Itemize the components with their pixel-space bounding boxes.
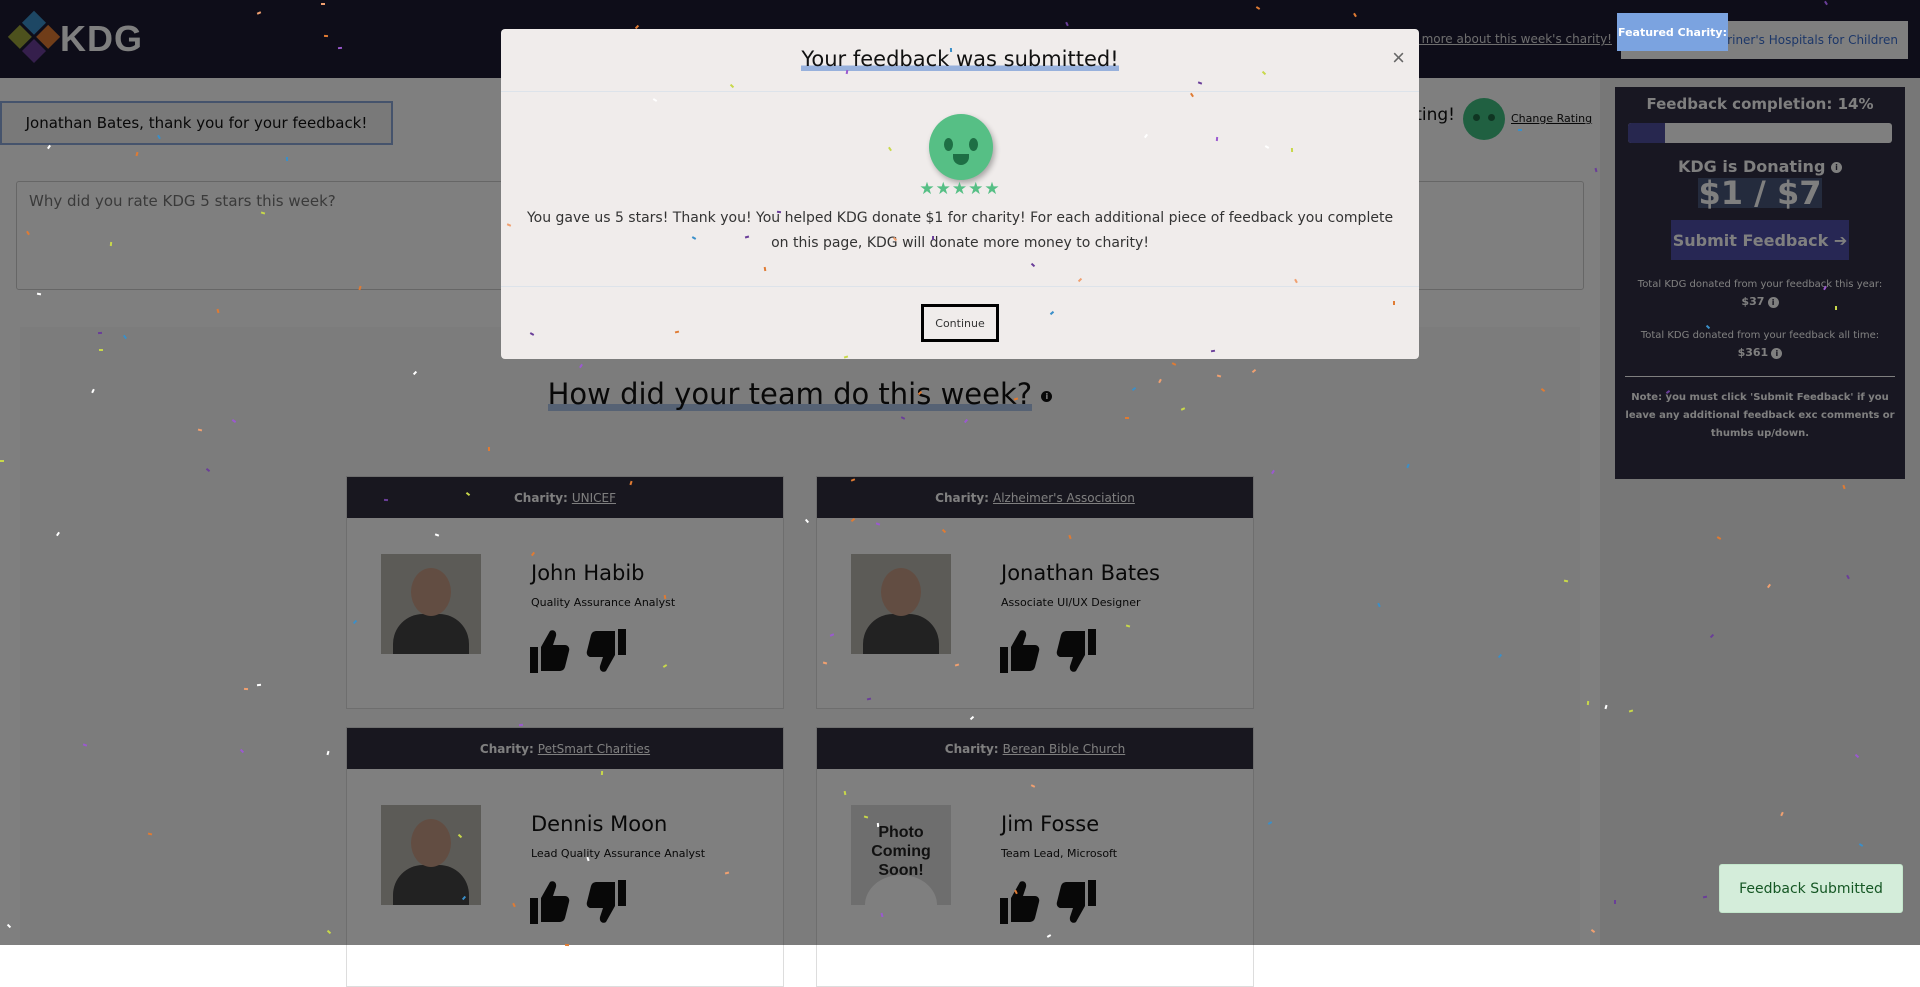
confetti-piece: [487, 447, 490, 452]
confetti-piece: [1834, 306, 1837, 311]
modal-message: You gave us 5 stars! Thank you! You help…: [526, 210, 1394, 251]
feedback-submitted-modal: Your feedback was submitted! × ★★★★★ You…: [501, 29, 1419, 359]
confetti-piece: [147, 832, 153, 836]
confetti-piece: [1215, 137, 1218, 142]
happy-smiley-icon: [929, 114, 993, 180]
confetti-piece: [198, 428, 203, 431]
confetti-piece: [1125, 624, 1131, 628]
modal-title: Your feedback was submitted!: [801, 47, 1119, 71]
confetti-piece: [384, 498, 389, 501]
confetti-piece: [1124, 416, 1129, 419]
confetti-piece: [1702, 895, 1707, 899]
confetti-piece: [260, 211, 266, 215]
featured-charity-label: Featured Charity:: [1617, 13, 1728, 51]
divider: [501, 286, 1419, 287]
close-icon[interactable]: ×: [1392, 45, 1405, 71]
feedback-submitted-toast: Feedback Submitted: [1719, 864, 1903, 913]
confetti-piece: [843, 791, 846, 796]
confetti-piece: [36, 292, 42, 296]
five-stars-icon: ★★★★★: [919, 179, 1001, 199]
confetti-piece: [777, 210, 782, 214]
photo-placeholder-text: Photo Coming Soon!: [871, 824, 931, 879]
confetti-piece: [931, 235, 934, 240]
confetti-piece: [99, 348, 104, 351]
confetti-piece: [109, 241, 113, 246]
divider: [501, 91, 1419, 92]
confetti-piece: [320, 2, 325, 5]
confetti-piece: [285, 157, 289, 162]
confetti-piece: [600, 770, 603, 776]
confetti-piece: [949, 48, 952, 53]
confetti-piece: [1517, 129, 1522, 132]
confetti-piece: [1392, 301, 1395, 306]
confetti-piece: [1291, 148, 1294, 153]
continue-button[interactable]: Continue: [921, 304, 999, 342]
confetti-piece: [663, 594, 666, 599]
confetti-piece: [1216, 374, 1221, 378]
